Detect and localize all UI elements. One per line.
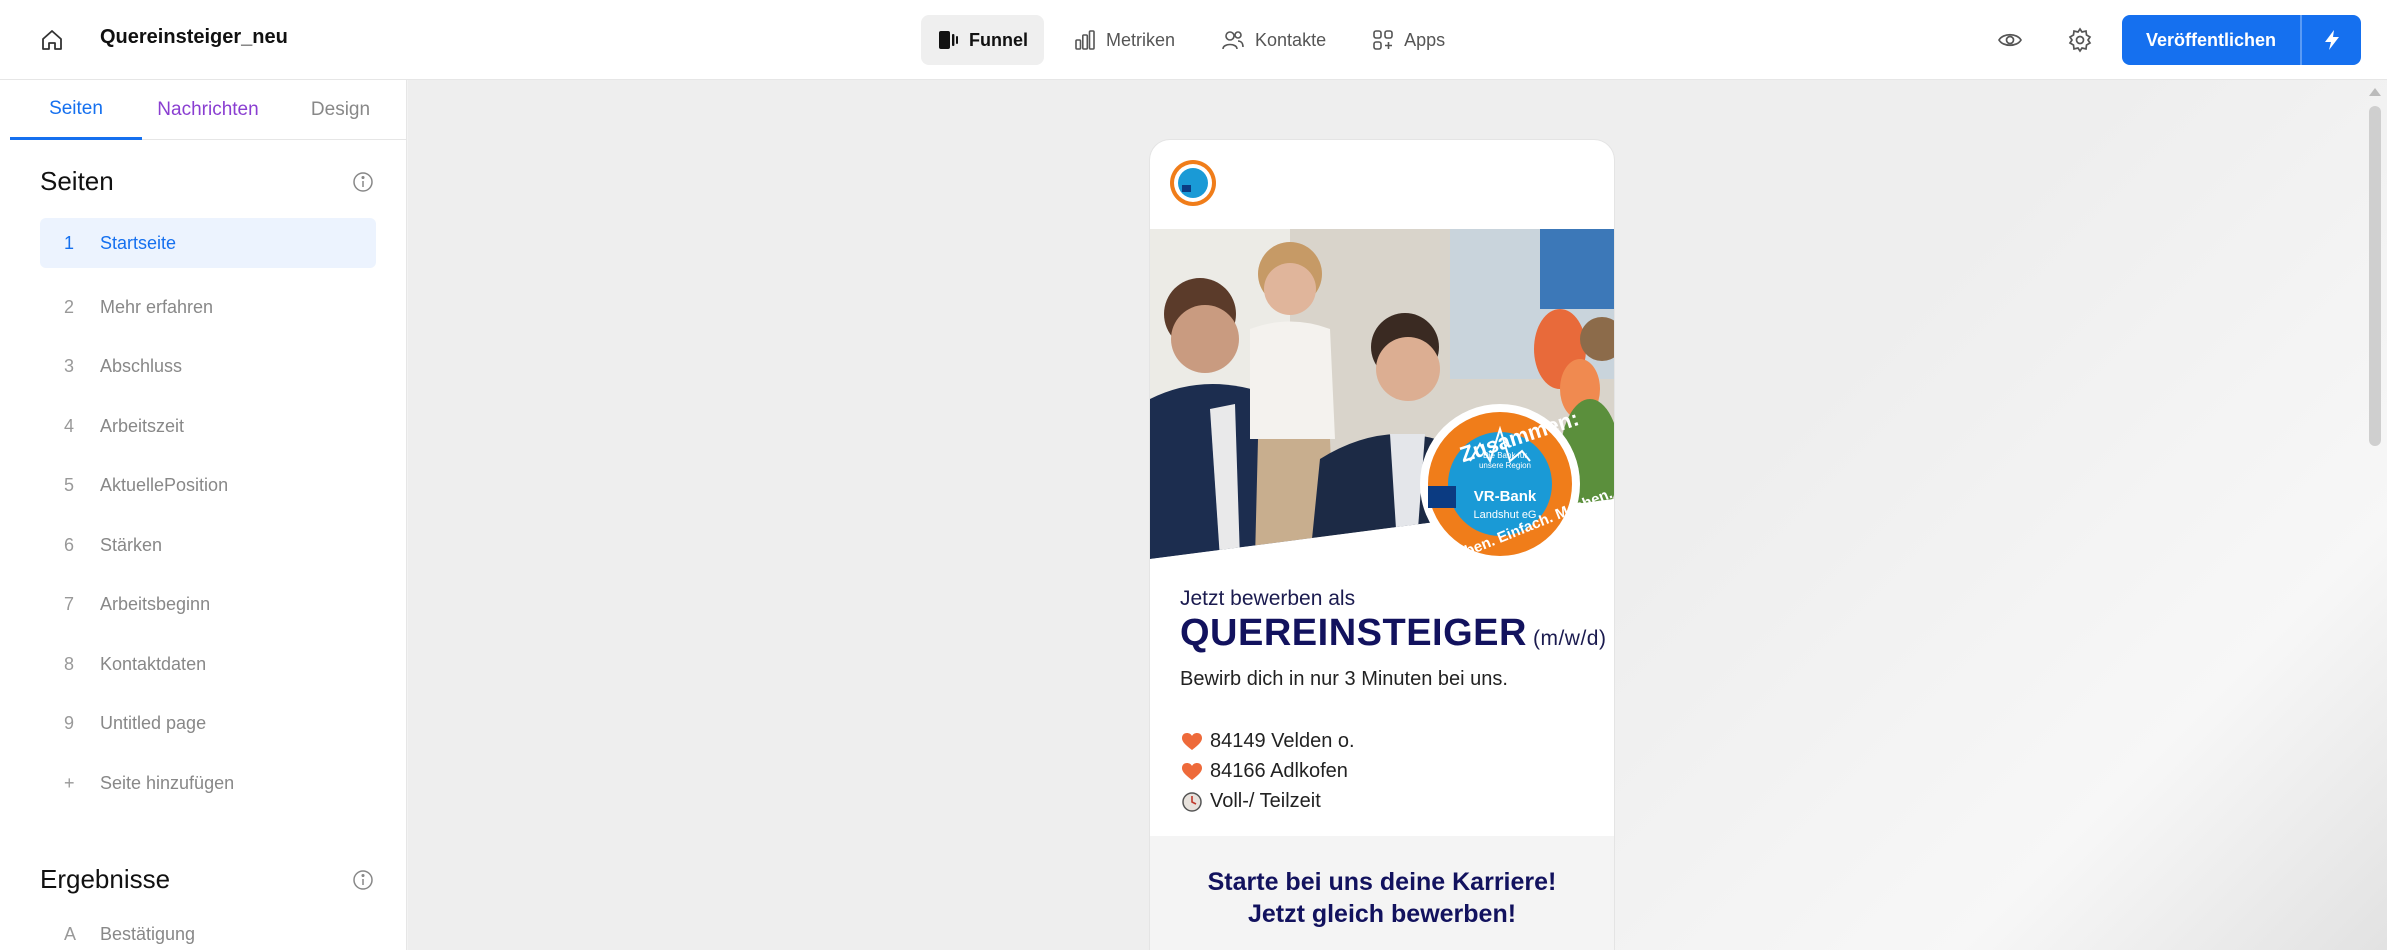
page-list: 1 Startseite 2 Mehr erfahren 3 Abschluss 4 A…	[40, 218, 376, 813]
bank-logo	[1170, 160, 1216, 206]
add-page-label: Seite hinzufügen	[100, 772, 235, 793]
eye-icon	[1998, 33, 2022, 47]
page-number: 4	[64, 415, 75, 436]
cta-band: Starte bei uns deine Karriere! Jetzt gle…	[1150, 836, 1614, 950]
preview-button[interactable]	[1994, 24, 2026, 56]
page-number: 8	[64, 653, 75, 674]
publish-group: Veröffentlichen	[2122, 15, 2361, 65]
sidebar-tabs: Seiten Nachrichten Design	[10, 80, 407, 140]
users-icon	[1222, 31, 1244, 50]
page-number: 1	[64, 232, 75, 253]
heart-icon	[1182, 762, 1202, 780]
info-icon[interactable]	[352, 171, 374, 193]
location-item: 84166 Adlkofen	[1182, 760, 1348, 783]
location-item: 84149 Velden o.	[1182, 730, 1355, 753]
nav-metriken[interactable]: Metriken	[1058, 15, 1191, 65]
main-nav: Funnel Metriken Kontakte Apps	[921, 15, 1461, 65]
page-number: 5	[64, 475, 75, 496]
page-label: Mehr erfahren	[100, 296, 214, 317]
page-label: Arbeitszeit	[100, 415, 185, 436]
nav-apps-label: Apps	[1404, 29, 1446, 50]
page-number: 7	[64, 594, 75, 615]
results-list: A Bestätigung	[40, 912, 376, 950]
worktime-item: Voll-/ Teilzeit	[1182, 790, 1321, 813]
heart-icon	[1182, 732, 1202, 750]
job-title-suffix: (m/w/d)	[1532, 627, 1607, 650]
badge-bank-name: VR-Bank	[1474, 488, 1537, 505]
left-panel: Seiten Nachrichten Design Seiten 1 Starts…	[0, 80, 407, 950]
nav-apps[interactable]: Apps	[1356, 15, 1461, 65]
home-button[interactable]	[36, 24, 68, 56]
job-title-text: QUEREINSTEIGER	[1180, 612, 1527, 654]
page-label: Kontaktdaten	[100, 653, 207, 674]
lightning-icon	[2324, 30, 2339, 50]
worktime-text: Voll-/ Teilzeit	[1210, 790, 1321, 812]
quick-publish-button[interactable]	[2302, 15, 2361, 65]
page-item-staerken[interactable]: 6 Stärken	[40, 516, 376, 576]
page-number: 9	[64, 713, 75, 734]
location-text: 84149 Velden o.	[1210, 730, 1355, 752]
top-bar: Quereinsteiger_neu Funnel Metriken Konta…	[0, 0, 2387, 80]
location-text: 84166 Adlkofen	[1210, 760, 1348, 782]
page-item-startseite[interactable]: 1 Startseite	[40, 218, 376, 268]
tab-design[interactable]: Design	[274, 80, 407, 140]
project-title: Quereinsteiger_neu	[100, 26, 288, 48]
nav-funnel-label: Funnel	[969, 29, 1028, 50]
page-item-arbeitsbeginn[interactable]: 7 Arbeitsbeginn	[40, 575, 376, 635]
lead-text: Bewirb dich in nur 3 Minuten bei uns.	[1180, 668, 1508, 690]
hero-image: Zusammen: Die Bank für unsere Region VR-…	[1150, 229, 1614, 559]
pages-heading: Seiten	[40, 166, 114, 196]
page-label: Untitled page	[100, 713, 207, 734]
apps-icon	[1373, 30, 1393, 50]
badge-tagline-2: unsere Region	[1479, 461, 1531, 470]
nav-kontakte[interactable]: Kontakte	[1205, 15, 1342, 65]
results-heading: Ergebnisse	[40, 864, 171, 894]
info-icon[interactable]	[352, 869, 374, 891]
page-number: 3	[64, 356, 75, 377]
tab-seiten[interactable]: Seiten	[10, 80, 142, 140]
gear-icon	[2068, 27, 2092, 53]
result-label: Bestätigung	[100, 923, 196, 944]
nav-kontakte-label: Kontakte	[1255, 29, 1327, 50]
page-item-untitled[interactable]: 9 Untitled page	[40, 694, 376, 754]
cta-line-1: Starte bei uns deine Karriere!	[1207, 868, 1557, 896]
cta-line-2: Jetzt gleich bewerben!	[1247, 900, 1517, 928]
scroll-up-arrow[interactable]	[2369, 88, 2381, 96]
nav-funnel[interactable]: Funnel	[921, 15, 1044, 65]
page-item-kontaktdaten[interactable]: 8 Kontaktdaten	[40, 635, 376, 695]
nav-metriken-label: Metriken	[1106, 29, 1176, 50]
result-item-bestaetigung[interactable]: A Bestätigung	[40, 912, 376, 950]
publish-button[interactable]: Veröffentlichen	[2122, 15, 2300, 65]
bar-chart-icon	[1075, 30, 1095, 50]
page-item-mehr-erfahren[interactable]: 2 Mehr erfahren	[40, 278, 376, 338]
page-label: Stärken	[100, 534, 163, 555]
page-item-aktuelleposition[interactable]: 5 AktuellePosition	[40, 456, 376, 516]
funnel-icon	[939, 31, 958, 49]
page-item-arbeitszeit[interactable]: 4 Arbeitszeit	[40, 397, 376, 457]
page-label: AktuellePosition	[100, 475, 229, 496]
funnel-page-preview[interactable]: Zusammen: Die Bank für unsere Region VR-…	[1150, 140, 1614, 950]
apply-as-text: Jetzt bewerben als	[1180, 587, 1356, 610]
page-label: Startseite	[100, 232, 177, 253]
page-number: 6	[64, 534, 75, 555]
badge-tagline-1: Die Bank für	[1483, 451, 1527, 460]
settings-button[interactable]	[2064, 24, 2096, 56]
add-page-button[interactable]: + Seite hinzufügen	[40, 754, 376, 814]
clock-icon	[1182, 791, 1202, 812]
job-title: QUEREINSTEIGER (m/w/d)	[1180, 612, 1606, 655]
canvas-scrollbar[interactable]	[2363, 80, 2387, 950]
home-icon	[42, 30, 62, 50]
page-label: Abschluss	[100, 356, 183, 377]
page-label: Arbeitsbeginn	[100, 594, 211, 615]
tab-nachrichten[interactable]: Nachrichten	[142, 80, 274, 140]
scroll-thumb[interactable]	[2369, 106, 2381, 446]
page-item-abschluss[interactable]: 3 Abschluss	[40, 337, 376, 397]
page-number: 2	[64, 296, 75, 317]
result-letter: A	[64, 923, 77, 944]
plus-icon: +	[64, 772, 75, 793]
